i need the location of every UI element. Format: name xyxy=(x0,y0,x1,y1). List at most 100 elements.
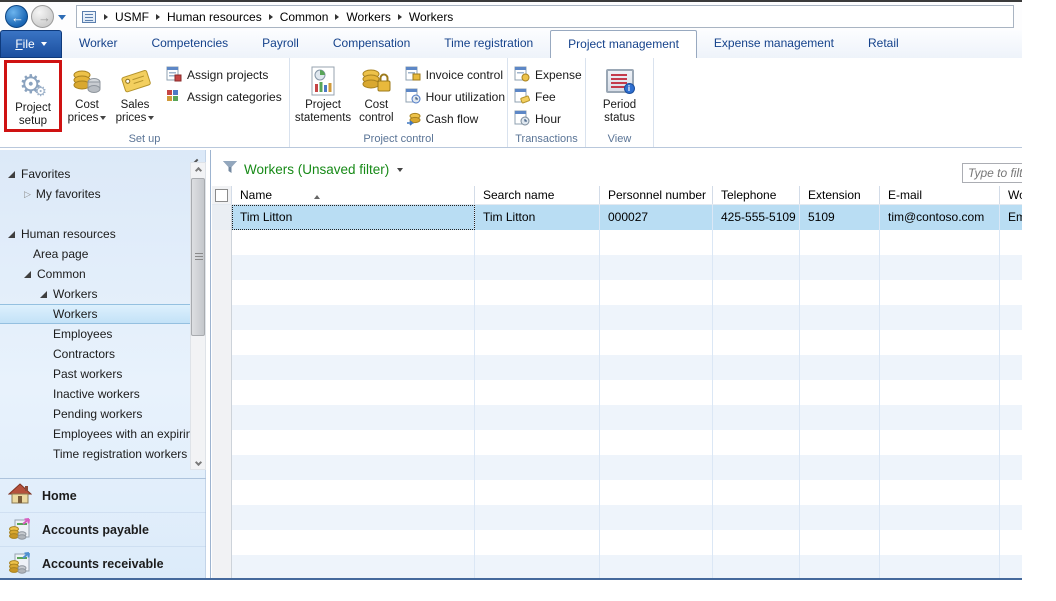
expense-button[interactable]: Expense xyxy=(514,64,582,86)
empty-row[interactable] xyxy=(212,305,1022,330)
tab-worker[interactable]: Worker xyxy=(62,30,134,58)
tab-expense-management[interactable]: Expense management xyxy=(697,30,851,58)
sales-prices-button[interactable]: Sales prices xyxy=(110,60,160,132)
breadcrumb-item-usmf[interactable]: USMF xyxy=(108,10,156,24)
cell-name[interactable]: Tim Litton xyxy=(232,205,475,230)
module-home[interactable]: Home xyxy=(0,479,206,513)
empty-row[interactable] xyxy=(212,380,1022,405)
collapsed-icon[interactable]: ▷ xyxy=(24,189,31,200)
empty-row[interactable] xyxy=(212,530,1022,555)
cell-email[interactable]: tim@contoso.com xyxy=(880,205,1000,230)
fee-button[interactable]: Fee xyxy=(514,86,582,108)
column-header-name[interactable]: Name xyxy=(232,186,475,204)
cash-flow-button[interactable]: Cash flow xyxy=(405,108,505,130)
page-title[interactable]: Workers (Unsaved filter) xyxy=(244,162,389,177)
tab-time-registration[interactable]: Time registration xyxy=(427,30,550,58)
ribbon-group-transactions: Expense Fee Hour xyxy=(508,58,586,147)
assign-categories-icon xyxy=(166,88,182,107)
pane-splitter[interactable] xyxy=(210,150,211,580)
empty-row[interactable] xyxy=(212,555,1022,580)
project-statements-button[interactable]: Project statements xyxy=(292,60,354,132)
period-status-button[interactable]: Period status xyxy=(594,60,646,132)
tab-competencies[interactable]: Competencies xyxy=(134,30,245,58)
filter-funnel-icon xyxy=(222,160,238,179)
list-page-icon[interactable] xyxy=(82,11,96,23)
assign-categories-button[interactable]: Assign categories xyxy=(166,86,282,108)
scrollbar-thumb[interactable] xyxy=(191,178,205,336)
expanded-icon[interactable] xyxy=(40,291,47,298)
invoice-control-button[interactable]: Invoice control xyxy=(405,64,505,86)
cell-telephone[interactable]: 425-555-5109 xyxy=(713,205,800,230)
chevron-down-icon xyxy=(100,116,106,120)
expanded-icon[interactable] xyxy=(8,231,15,238)
column-header-personnel-number[interactable]: Personnel number xyxy=(600,186,713,204)
back-button[interactable]: ← xyxy=(5,5,28,28)
ribbon-tab-row: File Worker Competencies Payroll Compens… xyxy=(0,30,1022,58)
cell-search-name[interactable]: Tim Litton xyxy=(475,205,600,230)
file-menu-button[interactable]: File xyxy=(0,30,62,58)
cell-extension[interactable]: 5109 xyxy=(800,205,880,230)
tree-node-favorites[interactable]: Favorites xyxy=(0,164,190,184)
scroll-down-icon[interactable] xyxy=(191,455,205,469)
module-accounts-payable[interactable]: Accounts payable xyxy=(0,513,206,547)
tree-node-pending-workers[interactable]: Pending workers xyxy=(0,404,190,424)
tree-node-employees-expiring[interactable]: Employees with an expirin xyxy=(0,424,190,444)
tree-node-employees[interactable]: Employees xyxy=(0,324,190,344)
empty-row[interactable] xyxy=(212,480,1022,505)
empty-row[interactable] xyxy=(212,430,1022,455)
tree-node-my-favorites[interactable]: ▷My favorites xyxy=(0,184,190,204)
tree-node-workers-group[interactable]: Workers xyxy=(0,284,190,304)
empty-row[interactable] xyxy=(212,505,1022,530)
tree-node-past-workers[interactable]: Past workers xyxy=(0,364,190,384)
empty-row[interactable] xyxy=(212,255,1022,280)
tree-node-common[interactable]: Common xyxy=(0,264,190,284)
tab-project-management[interactable]: Project management xyxy=(550,30,697,58)
table-row[interactable]: Tim Litton Tim Litton 000027 425-555-510… xyxy=(212,205,1022,230)
empty-row[interactable] xyxy=(212,455,1022,480)
cell-personnel-number[interactable]: 000027 xyxy=(600,205,713,230)
cost-control-button[interactable]: Cost control xyxy=(354,60,399,132)
column-header-search-name[interactable]: Search name xyxy=(475,186,600,204)
tree-scrollbar[interactable] xyxy=(190,162,206,470)
tree-node-human-resources[interactable]: Human resources xyxy=(0,224,190,244)
module-accounts-receivable[interactable]: Accounts receivable xyxy=(0,547,206,580)
tree-node-workers[interactable]: Workers xyxy=(0,304,190,324)
expanded-icon[interactable] xyxy=(8,171,15,178)
hour-button[interactable]: Hour xyxy=(514,108,582,130)
breadcrumb-item-common[interactable]: Common xyxy=(273,10,336,24)
breadcrumb-item-workers-page[interactable]: Workers xyxy=(402,10,460,24)
tab-retail[interactable]: Retail xyxy=(851,30,916,58)
tree-node-area-page[interactable]: Area page xyxy=(0,244,190,264)
tree-node-time-registration-workers[interactable]: Time registration workers xyxy=(0,444,190,464)
tree-node-inactive-workers[interactable]: Inactive workers xyxy=(0,384,190,404)
breadcrumb-item-human-resources[interactable]: Human resources xyxy=(160,10,269,24)
empty-row[interactable] xyxy=(212,355,1022,380)
tree-node-contractors[interactable]: Contractors xyxy=(0,344,190,364)
column-header-telephone[interactable]: Telephone xyxy=(713,186,800,204)
empty-row[interactable] xyxy=(212,280,1022,305)
history-dropdown-icon[interactable] xyxy=(58,15,66,20)
info-icon xyxy=(624,83,635,94)
hour-utilization-button[interactable]: Hour utilization xyxy=(405,86,505,108)
ribbon-tabs: Worker Competencies Payroll Compensation… xyxy=(62,30,916,58)
cost-prices-button[interactable]: Cost prices xyxy=(64,60,110,132)
forward-button[interactable]: → xyxy=(31,5,54,28)
chevron-down-icon[interactable] xyxy=(397,168,403,172)
cell-worker-type[interactable]: Employee xyxy=(1000,205,1022,230)
tab-payroll[interactable]: Payroll xyxy=(245,30,316,58)
empty-row[interactable] xyxy=(212,330,1022,355)
breadcrumb-item-workers[interactable]: Workers xyxy=(339,10,397,24)
quick-filter-input[interactable] xyxy=(962,163,1022,183)
column-header-extension[interactable]: Extension xyxy=(800,186,880,204)
tab-compensation[interactable]: Compensation xyxy=(316,30,427,58)
column-header-worker-type[interactable]: Worker type xyxy=(1000,186,1022,204)
project-setup-button[interactable]: ⚙⚙ Project setup xyxy=(7,63,59,128)
select-all-checkbox[interactable] xyxy=(215,189,228,202)
column-header-email[interactable]: E-mail xyxy=(880,186,1000,204)
scroll-up-icon[interactable] xyxy=(191,163,205,177)
expanded-icon[interactable] xyxy=(24,271,31,278)
assign-projects-button[interactable]: Assign projects xyxy=(166,64,282,86)
empty-row[interactable] xyxy=(212,405,1022,430)
ribbon-group-set-up: ⚙⚙ Project setup Cost prices Sales price… xyxy=(0,58,290,147)
empty-row[interactable] xyxy=(212,230,1022,255)
